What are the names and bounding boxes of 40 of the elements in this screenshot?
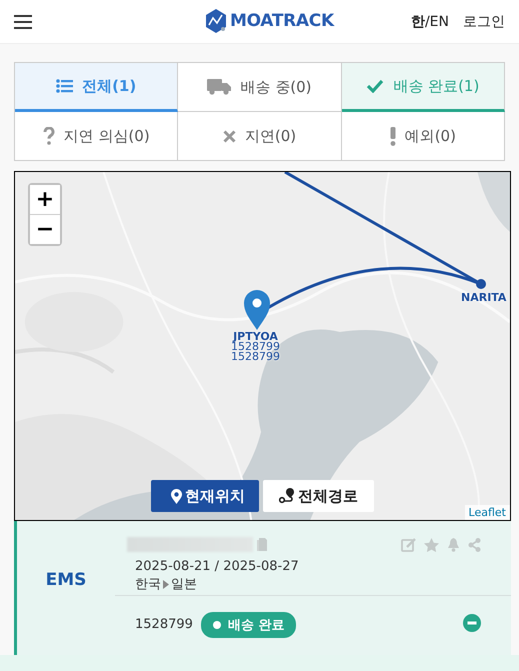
marker-number: 1528799 — [231, 342, 280, 352]
filter-tab[interactable]: 배송 중(0) — [178, 63, 342, 112]
filter-tab[interactable]: 예외(0) — [342, 112, 505, 161]
list-icon — [56, 79, 74, 93]
edit-icon[interactable] — [401, 538, 416, 552]
caret-icon — [163, 580, 169, 588]
attribution-link[interactable]: Leaflet — [464, 505, 510, 520]
login-link[interactable]: 로그인 — [463, 12, 505, 30]
check-icon — [366, 79, 384, 93]
star-icon[interactable] — [424, 538, 439, 552]
logo-text[interactable]: MOATRACK — [230, 11, 334, 31]
marker-label: JPTYOA — [232, 332, 278, 342]
zoom-out-button[interactable]: − — [30, 214, 60, 244]
map-pin-icon[interactable] — [244, 290, 270, 330]
origin-country: 한국 — [135, 576, 161, 593]
carrier-name: EMS — [46, 570, 86, 590]
exclamation-icon — [390, 126, 396, 146]
collapse-icon[interactable] — [463, 614, 481, 632]
copy-icon[interactable] — [257, 538, 267, 550]
question-icon — [42, 127, 55, 145]
map-button[interactable]: 현재위치 — [151, 480, 259, 512]
route-icon — [279, 488, 295, 504]
close-icon — [222, 130, 236, 142]
language-toggle[interactable]: 한/EN — [410, 12, 449, 30]
route-point — [476, 279, 486, 289]
status-badge: 배송 완료 — [200, 612, 296, 638]
menu-icon[interactable] — [14, 14, 32, 30]
truck-icon — [207, 79, 232, 95]
filter-tab[interactable]: 지연 의심(0) — [15, 112, 178, 161]
filter-tab[interactable]: 지연(0) — [178, 112, 342, 161]
marker-label: NARITA — [461, 293, 506, 303]
destination-country: 일본 — [171, 576, 197, 593]
location-pin-icon — [171, 488, 182, 504]
shipment-dates: 2025-08-21 / 2025-08-27 — [135, 559, 300, 574]
tracking-number: 1528799 — [135, 617, 193, 632]
share-icon[interactable] — [468, 538, 481, 552]
logo-icon — [205, 8, 227, 34]
marker-number: 1528799 — [231, 352, 280, 362]
map-button[interactable]: 전체경로 — [263, 480, 374, 512]
bell-icon[interactable] — [447, 538, 460, 552]
